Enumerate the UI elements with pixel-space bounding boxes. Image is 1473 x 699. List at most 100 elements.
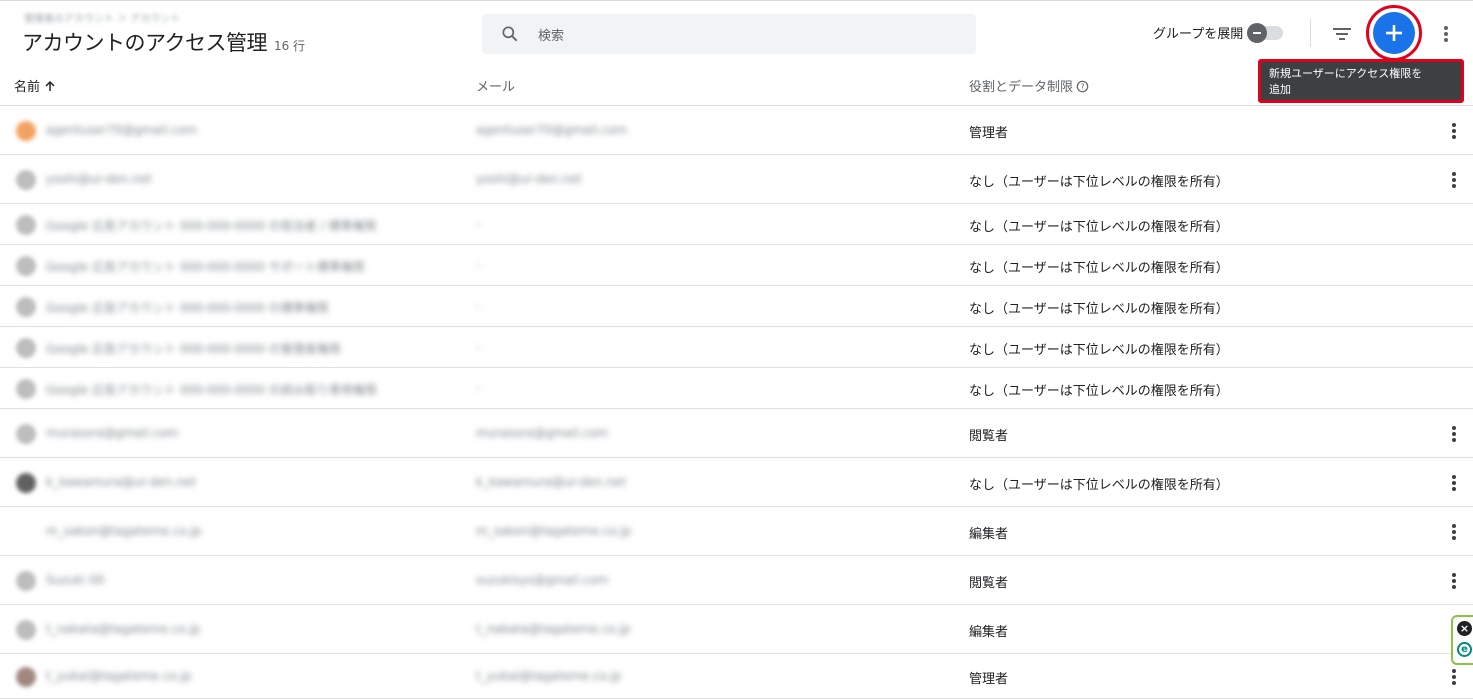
avatar xyxy=(16,378,36,399)
table-row[interactable]: m_sakon@tagateme.co.jp m_sakon@tagateme.c… xyxy=(0,507,1473,556)
row-more-button[interactable] xyxy=(1444,521,1464,543)
avatar xyxy=(16,666,36,687)
table-row[interactable]: yoshi@ur-den.net yoshi@ur-den.net なし（ユーザーは… xyxy=(0,155,1473,204)
avatar xyxy=(16,296,36,317)
user-name: k_kawamura@ur-den.net xyxy=(46,474,197,489)
avatar xyxy=(16,570,36,591)
user-role: 閲覧者 xyxy=(969,428,1009,444)
column-header-email[interactable]: メール xyxy=(476,76,515,95)
row-more-button[interactable] xyxy=(1444,472,1464,494)
toggle-knob xyxy=(1247,22,1268,43)
filter-icon xyxy=(1333,28,1351,40)
user-name: Suzuki 00 xyxy=(46,572,105,587)
table-row[interactable]: Google 広告アカウント 000-000-0000 サポート標準権限 - なし（… xyxy=(0,245,1473,286)
more-vert-icon xyxy=(1452,425,1456,442)
row-count: 16 行 xyxy=(273,39,306,53)
more-vert-icon xyxy=(1452,668,1456,685)
avatar xyxy=(16,337,36,358)
filter-button[interactable] xyxy=(1330,23,1354,45)
more-vert-icon xyxy=(1452,122,1456,139)
arrow-up-icon xyxy=(45,80,55,91)
breadcrumb[interactable]: 管理者のアカウント ＞ アカウント xyxy=(24,10,180,25)
table-row[interactable]: Google 広告アカウント 000-000-0000 の担当者 / 標準権限 -… xyxy=(0,204,1473,245)
search-placeholder: 検索 xyxy=(538,28,565,44)
table-row[interactable]: t_yukai@tagateme.co.jp t_yukai@tagateme.c… xyxy=(0,654,1473,699)
svg-text:?: ? xyxy=(1080,82,1084,91)
page-title: アカウントのアクセス管理 xyxy=(22,31,267,55)
table-row[interactable]: k_kawamura@ur-den.net k_kawamura@ur-den.n… xyxy=(0,458,1473,507)
row-more-button[interactable] xyxy=(1444,666,1464,688)
tooltip-line-2: 追加 xyxy=(1269,83,1291,96)
extension-e-icon[interactable]: e xyxy=(1457,642,1472,657)
user-name: agentuser70@gmail.com xyxy=(46,122,197,137)
avatar xyxy=(16,423,36,444)
user-role: なし（ユーザーは下位レベルの権限を所有） xyxy=(969,342,1229,358)
close-icon[interactable]: × xyxy=(1457,621,1472,636)
avatar xyxy=(16,120,36,141)
user-name: Google 広告アカウント 000-000-0000 の担当者 / 標準権限 xyxy=(46,218,377,233)
column-header-role[interactable]: 役割とデータ制限? xyxy=(969,76,1089,95)
row-more-button[interactable] xyxy=(1444,169,1464,191)
table-row[interactable]: murasora@gmail.com murasora@gmail.com 閲覧者 xyxy=(0,409,1473,458)
extension-widget[interactable]: × e xyxy=(1451,615,1473,665)
user-role: 管理者 xyxy=(969,671,1009,687)
table-row[interactable]: t_nakata@tagateme.co.jp t_nakata@tagateme… xyxy=(0,605,1473,654)
user-email: yoshi@ur-den.net xyxy=(476,171,582,186)
user-name: t_yukai@tagateme.co.jp xyxy=(46,668,192,683)
toolbar-divider xyxy=(1310,19,1311,47)
table-row[interactable]: agentuser70@gmail.com agentuser70@gmail.c… xyxy=(0,106,1473,155)
table-row[interactable]: Suzuki 00 suzukisys@gmail.com 閲覧者 xyxy=(0,556,1473,605)
avatar xyxy=(16,255,36,276)
avatar xyxy=(16,619,36,640)
column-role-label: 役割とデータ制限 xyxy=(969,80,1074,95)
add-user-button[interactable] xyxy=(1373,12,1415,54)
user-name: yoshi@ur-den.net xyxy=(46,171,152,186)
more-vert-icon xyxy=(1444,26,1448,42)
user-email: agentuser70@gmail.com xyxy=(476,122,627,137)
more-vert-icon xyxy=(1452,523,1456,540)
user-role: なし（ユーザーは下位レベルの権限を所有） xyxy=(969,219,1229,235)
table-row[interactable]: Google 広告アカウント 000-000-0000 の標準権限 - なし（ユーザ… xyxy=(0,286,1473,327)
plus-icon xyxy=(1386,25,1402,41)
user-email: t_yukai@tagateme.co.jp xyxy=(476,668,622,683)
user-name: Google 広告アカウント 000-000-0000 の標準権限 xyxy=(46,300,329,315)
column-email-label: メール xyxy=(476,80,516,95)
user-role: なし（ユーザーは下位レベルの権限を所有） xyxy=(969,301,1229,317)
user-email: suzukisys@gmail.com xyxy=(476,572,609,587)
more-options-button[interactable] xyxy=(1436,23,1456,45)
user-name: m_sakon@tagateme.co.jp xyxy=(46,523,202,538)
user-role: 管理者 xyxy=(969,125,1009,141)
search-input[interactable]: 検索 xyxy=(482,14,976,54)
user-role: なし（ユーザーは下位レベルの権限を所有） xyxy=(969,174,1229,190)
more-vert-icon xyxy=(1452,572,1456,589)
toggle-switch[interactable] xyxy=(1247,22,1284,43)
user-name: Google 広告アカウント 000-000-0000 サポート標準権限 xyxy=(46,259,365,274)
avatar xyxy=(16,169,36,190)
user-email: - xyxy=(476,339,481,354)
table-row[interactable]: Google 広告アカウント 000-000-0000 の読み取り専用権限 - なし… xyxy=(0,368,1473,409)
user-name: murasora@gmail.com xyxy=(46,425,179,440)
user-email: murasora@gmail.com xyxy=(476,425,609,440)
add-user-tooltip: 新規ユーザーにアクセス権限を 追加 xyxy=(1258,59,1464,103)
user-email: - xyxy=(476,380,481,395)
column-header-name[interactable]: 名前 xyxy=(14,76,56,95)
title-area: アカウントのアクセス管理 16 行 xyxy=(22,27,305,57)
row-more-button[interactable] xyxy=(1444,423,1464,445)
group-expand-toggle[interactable]: グループを展開 xyxy=(1153,22,1284,43)
user-name: Google 広告アカウント 000-000-0000 の読み取り専用権限 xyxy=(46,382,377,397)
user-email: - xyxy=(476,216,481,231)
search-icon xyxy=(502,26,518,42)
user-role: 閲覧者 xyxy=(969,575,1009,591)
user-email: m_sakon@tagateme.co.jp xyxy=(476,523,632,538)
user-email: k_kawamura@ur-den.net xyxy=(476,474,627,489)
help-icon[interactable]: ? xyxy=(1076,80,1089,93)
user-role: 編集者 xyxy=(969,526,1009,542)
user-name: t_nakata@tagateme.co.jp xyxy=(46,621,201,636)
group-expand-label: グループを展開 xyxy=(1153,27,1244,42)
table-header: 名前 メール 役割とデータ制限? xyxy=(0,62,1473,106)
row-more-button[interactable] xyxy=(1444,570,1464,592)
row-more-button[interactable] xyxy=(1444,120,1464,142)
avatar xyxy=(16,472,36,493)
table-row[interactable]: Google 広告アカウント 000-000-0000 の管理者権限 - なし（ユー… xyxy=(0,327,1473,368)
tooltip-line-1: 新規ユーザーにアクセス権限を xyxy=(1269,67,1423,80)
